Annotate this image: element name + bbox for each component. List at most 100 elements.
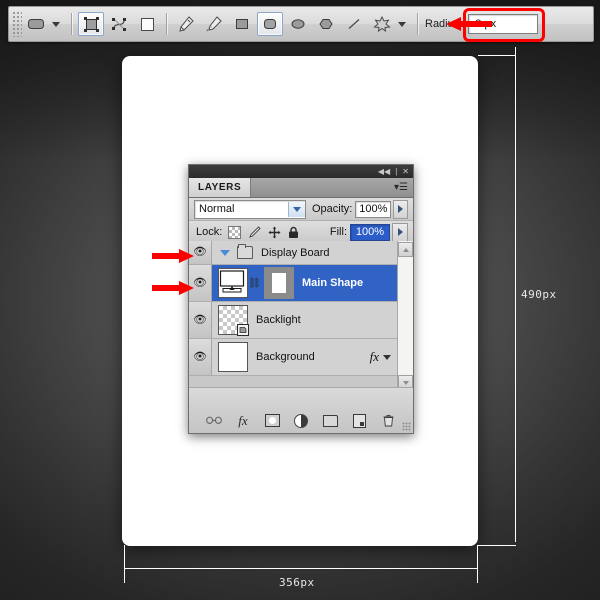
shape-layer-icon: [83, 16, 100, 33]
filled-square-icon: [140, 17, 155, 32]
radius-annotation-arrow: [446, 17, 492, 31]
lock-image-pixels-icon[interactable]: [248, 226, 261, 238]
blend-mode-select[interactable]: Normal: [194, 200, 306, 219]
layer-name[interactable]: Background: [256, 351, 315, 363]
pen-tool[interactable]: [173, 12, 199, 36]
eye-icon: 👁: [193, 315, 207, 326]
trash-icon: [383, 414, 394, 427]
layer-thumbnail-background[interactable]: [218, 342, 248, 372]
folder-icon: [323, 415, 338, 427]
new-adjustment-layer-button[interactable]: [293, 413, 309, 428]
panel-tab-row: LAYERS ▾☰: [189, 178, 413, 198]
layer-list: 👁 Display Board 👁: [189, 241, 413, 391]
opacity-input[interactable]: 100%: [355, 201, 391, 218]
collapse-icon[interactable]: ◀◀: [378, 168, 390, 176]
tab-filler: [251, 178, 394, 197]
panel-separator: |: [395, 168, 397, 176]
lock-position-icon[interactable]: [268, 226, 281, 239]
screenshot-root: Radius: 8 px 490px 356px ◀◀ | ✕ LAYERS ▾…: [0, 0, 600, 600]
custom-shape-tool[interactable]: [369, 12, 395, 36]
fill-input[interactable]: 100%: [350, 224, 390, 241]
rounded-rect-icon: [27, 17, 45, 31]
shape-tool-preview[interactable]: [23, 12, 49, 36]
paths-mode[interactable]: [106, 12, 132, 36]
options-bar: Radius: 8 px: [8, 6, 594, 42]
lock-label: Lock:: [196, 226, 222, 238]
width-measurement-label: 356px: [279, 576, 315, 589]
layer-rows: 👁 Display Board 👁: [189, 241, 397, 391]
add-layer-mask-button[interactable]: [264, 413, 280, 428]
fx-icon: fx: [238, 413, 247, 429]
layer-name[interactable]: Display Board: [261, 247, 329, 259]
pen-icon: [177, 15, 195, 33]
panel-resize-grip[interactable]: [402, 422, 411, 431]
geometry-options-dropdown[interactable]: [398, 22, 406, 27]
ellipse-icon: [290, 17, 306, 31]
polygon-tool[interactable]: [313, 12, 339, 36]
fill-label: Fill:: [330, 226, 347, 238]
rectangle-tool[interactable]: [229, 12, 255, 36]
layer-list-scrollbar[interactable]: [397, 241, 413, 391]
fill-slider-arrow[interactable]: [392, 223, 408, 242]
smart-object-badge-icon: [237, 324, 249, 336]
fx-icon[interactable]: fx: [370, 349, 383, 365]
line-icon: [346, 17, 362, 31]
shape-layers-mode[interactable]: [78, 12, 104, 36]
new-layer-icon: [353, 414, 366, 428]
visibility-toggle-backlight[interactable]: 👁: [189, 302, 212, 338]
panel-menu-icon[interactable]: ▾☰: [394, 178, 413, 197]
rounded-rectangle-tool[interactable]: [257, 12, 283, 36]
link-layers-button[interactable]: [206, 413, 222, 428]
fill-pixels-mode[interactable]: [134, 12, 160, 36]
new-group-button[interactable]: [322, 413, 338, 428]
layer-name[interactable]: Main Shape: [302, 277, 363, 289]
guide-tick-bottom-right: [478, 545, 516, 546]
lock-transparent-pixels-icon[interactable]: [228, 226, 241, 239]
vector-mask-thumbnail[interactable]: [264, 267, 294, 299]
scroll-up-button[interactable]: [398, 242, 413, 257]
options-bar-grip[interactable]: [12, 11, 22, 37]
eye-icon: 👁: [193, 278, 207, 289]
display-board-thumbnail-icon: [219, 269, 245, 295]
layer-mask-icon: [265, 414, 280, 427]
new-layer-button[interactable]: [351, 413, 367, 428]
path-icon: [111, 16, 128, 33]
custom-shape-icon: [373, 16, 391, 32]
chevron-down-icon[interactable]: [288, 202, 305, 217]
effects-expand-icon[interactable]: [383, 355, 391, 360]
link-icon[interactable]: ⛓: [250, 278, 259, 289]
toolbar-separator: [417, 13, 418, 35]
layer-name[interactable]: Backlight: [256, 314, 301, 326]
opacity-label: Opacity:: [312, 203, 352, 215]
layer-row-background[interactable]: 👁 Background fx: [189, 339, 397, 376]
layers-panel-footer: fx: [189, 387, 413, 433]
opacity-slider-arrow[interactable]: [393, 200, 408, 219]
visibility-toggle-background[interactable]: 👁: [189, 339, 212, 375]
group-expand-icon[interactable]: [220, 250, 230, 256]
panel-titlebar[interactable]: ◀◀ | ✕: [189, 165, 413, 178]
polygon-icon: [318, 17, 334, 31]
layers-panel: ◀◀ | ✕ LAYERS ▾☰ Normal Opacity: 100% Lo…: [188, 164, 414, 434]
eye-icon: 👁: [193, 352, 207, 363]
layer-thumbnail-main-shape[interactable]: [218, 268, 248, 298]
layer-row-display-board[interactable]: 👁 Display Board: [189, 241, 397, 265]
lock-all-icon[interactable]: [288, 226, 299, 239]
layer-visibility-annotation-arrow: [152, 281, 194, 295]
close-icon[interactable]: ✕: [402, 168, 409, 176]
layer-thumbnail-backlight[interactable]: [218, 305, 248, 335]
freeform-pen-tool[interactable]: [201, 12, 227, 36]
guide-tick-top-right: [478, 55, 516, 56]
toolbar-separator: [71, 13, 72, 35]
layer-style-button[interactable]: fx: [235, 413, 251, 428]
blend-opacity-row: Normal Opacity: 100%: [189, 198, 413, 221]
guide-tick-bottom-left: [124, 545, 125, 583]
freeform-pen-icon: [205, 15, 223, 33]
line-tool[interactable]: [341, 12, 367, 36]
layer-row-main-shape[interactable]: 👁 ⛓ Main Shape: [189, 265, 397, 302]
layer-row-backlight[interactable]: 👁 Backlight: [189, 302, 397, 339]
ellipse-tool[interactable]: [285, 12, 311, 36]
group-visibility-annotation-arrow: [152, 249, 194, 263]
shape-tool-dropdown[interactable]: [52, 22, 60, 27]
tab-layers[interactable]: LAYERS: [189, 178, 251, 197]
delete-layer-button[interactable]: [380, 413, 396, 428]
